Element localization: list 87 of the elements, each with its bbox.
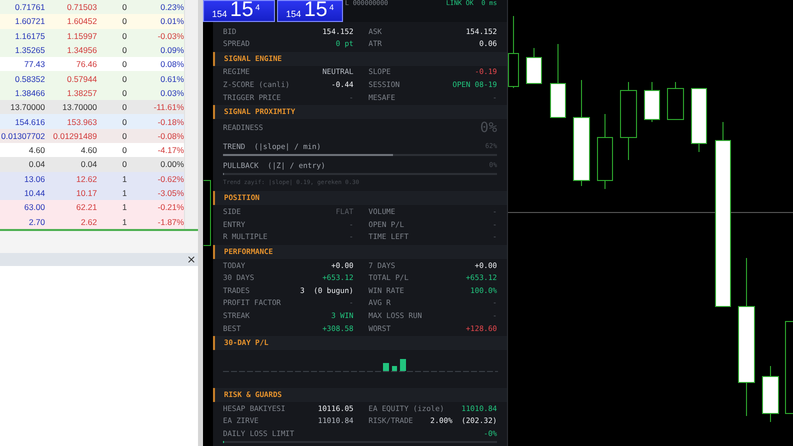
market-row[interactable]: 1.60721 1.60452 0 0.01% bbox=[0, 14, 184, 29]
table-cell-text: 1.38466 bbox=[14, 88, 45, 98]
table-cell-text: 12.62 bbox=[75, 174, 97, 184]
candlestick bbox=[644, 82, 660, 122]
candlestick bbox=[203, 180, 211, 246]
table-cell-text: -11.61% bbox=[152, 102, 184, 112]
market-row[interactable]: 0.01307702 0.01291489 0 -0.08% bbox=[0, 128, 184, 143]
readiness-value: 0% bbox=[480, 120, 497, 136]
table-cell-text: 0.00% bbox=[159, 159, 184, 170]
table-cell-text: 0.71503 bbox=[66, 2, 97, 12]
market-row[interactable]: 0.04 0.04 0 0.00% bbox=[0, 157, 184, 172]
scrollbar[interactable] bbox=[184, 0, 198, 229]
table-cell-text: 13.70000 bbox=[61, 102, 97, 112]
table-cell-text: 0.03% bbox=[159, 88, 184, 98]
table-cell-text: 0 bbox=[121, 16, 128, 26]
table-cell-text: -0.08% bbox=[156, 130, 184, 141]
table-cell-text: 1 bbox=[121, 174, 128, 184]
table-cell-text: 0 bbox=[121, 59, 128, 70]
market-row[interactable]: 154.616 153.963 0 -0.18% bbox=[0, 114, 184, 129]
market-row[interactable]: 10.44 10.17 1 -3.05% bbox=[0, 186, 184, 200]
table-cell-text: 0.04 bbox=[28, 159, 45, 170]
table-cell-text: 0.23% bbox=[159, 2, 184, 12]
table-cell-text: 0.01291489 bbox=[52, 130, 97, 141]
table-cell-text: 0.58352 bbox=[14, 74, 45, 84]
table-cell-text: 13.06 bbox=[23, 174, 45, 184]
candlestick bbox=[762, 366, 779, 422]
table-cell-text: -4.17% bbox=[156, 145, 184, 156]
table-cell-text: 1 bbox=[121, 202, 128, 212]
market-row[interactable]: 2.70 2.62 1 -1.87% bbox=[0, 214, 184, 229]
table-cell-text: 0.08% bbox=[159, 59, 184, 70]
table-cell-text: 10.44 bbox=[23, 188, 45, 198]
table-cell-text: -0.03% bbox=[156, 30, 184, 41]
market-row[interactable]: 0.58352 0.57944 0 0.61% bbox=[0, 71, 184, 86]
table-cell-text: 2.70 bbox=[28, 216, 45, 227]
table-cell-text: 1.60721 bbox=[14, 16, 45, 26]
table-cell-text: 154.616 bbox=[14, 116, 45, 127]
table-cell-text: 0 bbox=[121, 45, 128, 56]
table-cell-text: 0.57944 bbox=[66, 74, 97, 84]
table-cell-text: 153.963 bbox=[66, 116, 97, 127]
table-cell-text: 0 bbox=[121, 159, 128, 170]
table-cell-text: 0 bbox=[121, 145, 128, 156]
table-cell-text: 0 bbox=[121, 74, 128, 84]
table-cell-text: 0.71761 bbox=[14, 2, 45, 12]
market-row[interactable]: 63.00 62.21 1 -0.21% bbox=[0, 200, 184, 214]
table-cell-text: 13.70000 bbox=[9, 102, 45, 112]
table-cell-text: 76.46 bbox=[75, 59, 97, 70]
table-cell-text: 4.60 bbox=[80, 145, 97, 156]
table-cell-text: 0 bbox=[121, 116, 128, 127]
table-cell-text: 1.60452 bbox=[66, 16, 97, 26]
close-button[interactable]: × bbox=[186, 254, 196, 265]
table-cell-text: 1.38257 bbox=[66, 88, 97, 98]
candlestick bbox=[691, 88, 707, 152]
table-cell-text: 0 bbox=[121, 88, 128, 98]
table-cell-text: 1 bbox=[121, 188, 128, 198]
table-cell-text: -0.21% bbox=[156, 202, 184, 212]
table-cell-text: 77.43 bbox=[23, 59, 45, 70]
table-cell-text: 0.09% bbox=[159, 45, 184, 56]
market-row[interactable]: 1.35265 1.34956 0 0.09% bbox=[0, 42, 184, 58]
market-row[interactable]: 13.06 12.62 1 -0.62% bbox=[0, 172, 184, 186]
table-cell-text: 0.04 bbox=[80, 159, 97, 170]
table-cell-text: 0 bbox=[121, 130, 128, 141]
table-cell-text: 2.62 bbox=[80, 216, 97, 227]
table-cell-text: 1.15997 bbox=[66, 30, 97, 41]
market-row[interactable]: 13.70000 13.70000 0 -11.61% bbox=[0, 100, 184, 114]
candlestick bbox=[526, 48, 542, 84]
table-cell-text: 1.16175 bbox=[14, 30, 45, 41]
table-cell-text: 62.21 bbox=[75, 202, 97, 212]
table-cell-text: 0 bbox=[121, 30, 128, 41]
table-cell-text: -0.62% bbox=[156, 174, 184, 184]
table-cell-text: -3.05% bbox=[156, 188, 184, 198]
table-cell-text: -1.87% bbox=[156, 216, 184, 227]
candlestick bbox=[667, 82, 684, 120]
table-cell-text: 63.00 bbox=[23, 202, 45, 212]
table-cell-text: 4.60 bbox=[28, 145, 45, 156]
table-cell-text: 0.01% bbox=[159, 16, 184, 26]
table-cell: 0.01307702 bbox=[0, 130, 45, 141]
table-cell-text: 1.35265 bbox=[14, 45, 45, 56]
market-row[interactable]: 1.16175 1.15997 0 -0.03% bbox=[0, 28, 184, 43]
market-row[interactable]: 0.71761 0.71503 0 0.23% bbox=[0, 0, 184, 14]
market-row[interactable]: 1.38466 1.38257 0 0.03% bbox=[0, 86, 184, 100]
table-cell-text: -0.18% bbox=[156, 116, 184, 127]
table-cell-text: 1.34956 bbox=[66, 45, 97, 56]
table-cell-text: 1 bbox=[121, 216, 128, 227]
table-cell-text: 0.61% bbox=[159, 74, 184, 84]
table-cell-text: 10.17 bbox=[75, 188, 97, 198]
table-cell-text: 0 bbox=[121, 2, 128, 12]
table-cell-text: 0 bbox=[121, 102, 128, 112]
